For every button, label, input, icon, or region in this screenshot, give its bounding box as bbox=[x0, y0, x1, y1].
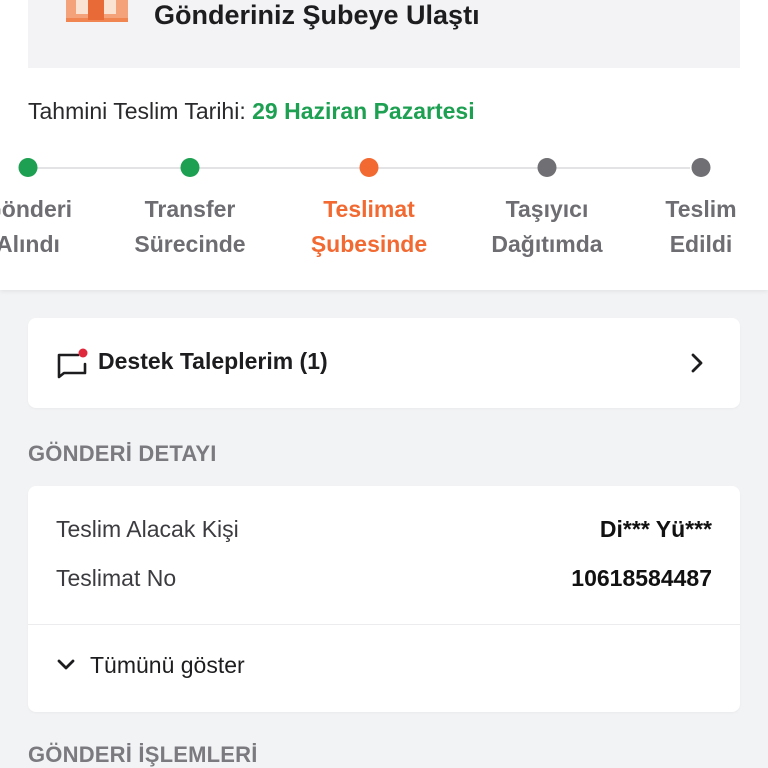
chat-bubble-notification-icon bbox=[57, 348, 88, 379]
step-dot-out-for-delivery bbox=[537, 158, 557, 177]
branch-building-icon bbox=[66, 0, 128, 22]
shipment-actions-heading: GÖNDERİ İŞLEMLERİ bbox=[28, 742, 258, 767]
step-dot-received bbox=[18, 158, 38, 177]
step-dot-at-branch bbox=[359, 158, 379, 177]
step-dot-transfer bbox=[180, 158, 200, 177]
detail-value: 10618584487 bbox=[571, 565, 712, 591]
step-label-out-for-delivery: Taşıyıcı Dağıtımda bbox=[491, 196, 603, 257]
step-label-delivered: Teslim Edildi bbox=[665, 196, 737, 257]
detail-key: Teslim Alacak Kişi bbox=[56, 516, 239, 542]
show-all-label: Tümünü göster bbox=[90, 652, 245, 678]
chevron-down-icon bbox=[57, 659, 75, 670]
progress-tracker: Gönderi Alındı Transfer Sürecinde Teslim… bbox=[0, 150, 768, 270]
status-title: Gönderiniz Şubeye Ulaştı bbox=[154, 0, 480, 30]
step-label-received: Gönderi Alındı bbox=[0, 196, 73, 257]
shipment-status-panel: Gönderiniz Şubeye Ulaştı Tahmini Teslim … bbox=[0, 0, 768, 290]
detail-row-tracking-number: Teslimat No 10618584487 bbox=[56, 565, 712, 595]
step-label-transfer: Transfer Sürecinde bbox=[134, 196, 246, 257]
detail-row-recipient: Teslim Alacak Kişi Di*** Yü*** bbox=[56, 516, 712, 546]
status-banner: Gönderiniz Şubeye Ulaştı bbox=[28, 0, 740, 68]
support-requests-button[interactable]: Destek Taleplerim (1) bbox=[28, 318, 740, 408]
eta-date: 29 Haziran Pazartesi bbox=[252, 98, 475, 124]
shipment-details-heading: GÖNDERİ DETAYI bbox=[28, 441, 217, 466]
eta-label: Tahmini Teslim Tarihi: bbox=[28, 98, 246, 124]
step-label-at-branch: Teslimat Şubesinde bbox=[310, 196, 428, 257]
shipment-details-card: Teslim Alacak Kişi Di*** Yü*** Teslimat … bbox=[28, 486, 740, 712]
estimated-delivery: Tahmini Teslim Tarihi: 29 Haziran Pazart… bbox=[28, 98, 475, 125]
step-dot-delivered bbox=[691, 158, 711, 177]
detail-key: Teslimat No bbox=[56, 565, 177, 591]
support-requests-label: Destek Taleplerim (1) bbox=[98, 348, 328, 374]
detail-value: Di*** Yü*** bbox=[599, 516, 712, 542]
divider bbox=[28, 624, 740, 625]
chevron-right-icon bbox=[691, 353, 703, 373]
